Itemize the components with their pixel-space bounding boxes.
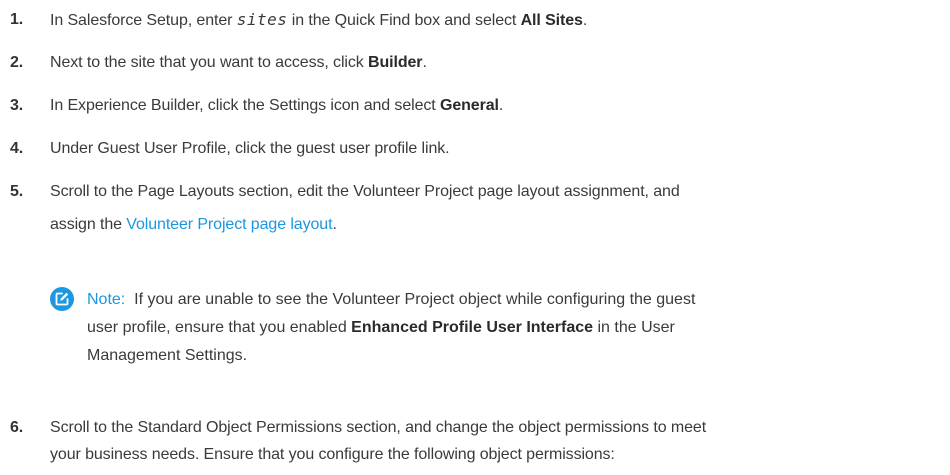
code-sites: sites xyxy=(236,10,288,29)
step-number: 4. xyxy=(10,140,24,157)
step-text: Next to the site that you want to access… xyxy=(50,51,942,75)
step-text-part: In Salesforce Setup, enter xyxy=(50,12,237,29)
note-label: Note: xyxy=(87,291,126,308)
step-line: your business needs. Ensure that you con… xyxy=(50,446,615,463)
bold-enhanced-profile-ui: Enhanced Profile User Interface xyxy=(351,319,594,336)
step-text-part: . xyxy=(332,216,337,233)
step-text-part: . xyxy=(422,54,427,71)
note-line: Note: If you are unable to see the Volun… xyxy=(87,286,945,314)
step-line: Scroll to the Page Layouts section, edit… xyxy=(50,183,680,200)
step-text: In Experience Builder, click the Setting… xyxy=(50,94,942,118)
step-text: Scroll to the Page Layouts section, edit… xyxy=(50,180,942,237)
step-line: Scroll to the Standard Object Permission… xyxy=(50,419,707,436)
step-text-part: in the Quick Find box and select xyxy=(287,12,521,29)
edit-note-icon xyxy=(50,287,74,311)
step-number: 6. xyxy=(10,419,24,436)
note-text: Note: If you are unable to see the Volun… xyxy=(87,286,945,370)
step-number: 1. xyxy=(10,11,24,28)
step-number: 2. xyxy=(10,54,24,71)
bold-general: General xyxy=(439,97,499,114)
note-text-part: in the User xyxy=(593,319,675,336)
note-text-part: If you are unable to see the Volunteer P… xyxy=(134,291,696,308)
step-text-part: . xyxy=(498,97,504,114)
volunteer-project-page-layout-link[interactable]: Volunteer Project page layout xyxy=(126,216,332,233)
step-text-part: . xyxy=(582,12,588,29)
step-text: In Salesforce Setup, enter sites in the … xyxy=(50,8,942,33)
step-line: assign the Volunteer Project page layout… xyxy=(50,213,942,237)
note-text-part: user profile, ensure that you enabled xyxy=(87,319,352,336)
note-line: Management Settings. xyxy=(87,347,248,364)
step-text: Under Guest User Profile, click the gues… xyxy=(50,140,450,157)
note-line: user profile, ensure that you enabled En… xyxy=(87,314,945,342)
step-text-part: In Experience Builder, click the Setting… xyxy=(50,97,440,114)
step-number: 5. xyxy=(10,183,24,200)
step-number: 3. xyxy=(10,97,24,114)
bold-builder: Builder xyxy=(368,54,423,71)
step-text-part: Next to the site that you want to access… xyxy=(50,54,369,71)
instructions-document: 1. In Salesforce Setup, enter sites in t… xyxy=(0,0,950,475)
bold-all-sites: All Sites xyxy=(520,12,583,29)
step-text: Scroll to the Standard Object Permission… xyxy=(50,416,942,467)
step-text-part: assign the xyxy=(50,216,127,233)
